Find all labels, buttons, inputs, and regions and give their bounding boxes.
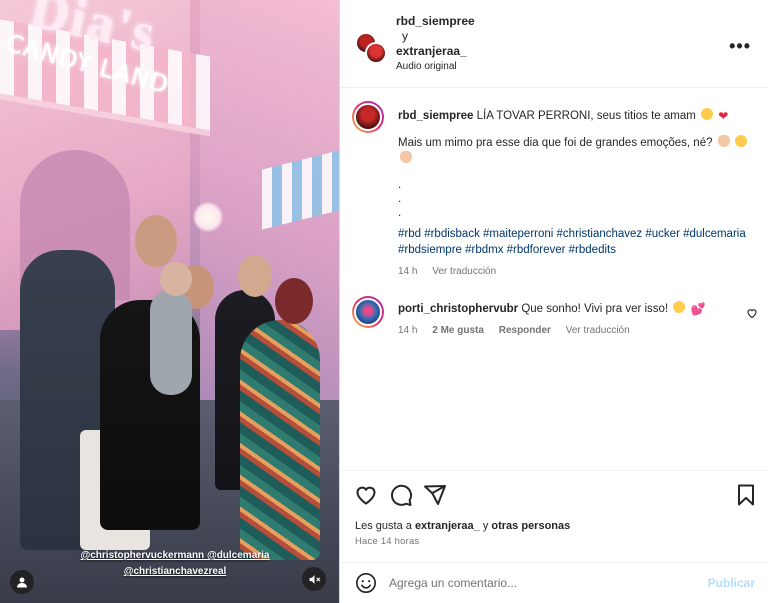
share-icon[interactable] (423, 483, 447, 507)
mention-tags-line1[interactable]: @christophervuckermann @dulcemaria (60, 550, 290, 561)
hand-emoji-icon (717, 135, 730, 147)
comment-like-heart-icon[interactable] (746, 307, 758, 319)
more-options-button[interactable]: ••• (729, 36, 751, 57)
post-actions: Les gusta a extranjeraa_ y otras persona… (340, 470, 768, 570)
mute-button[interactable] (302, 567, 326, 591)
collab-connector: y (402, 29, 408, 43)
comment-input[interactable] (389, 572, 689, 594)
pleading-face-emoji-icon (673, 301, 686, 313)
likes-user[interactable]: extranjeraa_ (415, 520, 480, 532)
wall-lamp (193, 202, 223, 232)
likes-summary[interactable]: Les gusta a extranjeraa_ y otras persona… (355, 520, 570, 532)
likes-others[interactable]: otras personas (491, 520, 570, 532)
heart-icon[interactable] (354, 483, 378, 507)
baby (150, 290, 192, 395)
caption-dot: . (398, 207, 402, 219)
header-text: rbd_siempree y extranjeraa_ Audio origin… (396, 14, 475, 74)
caption-username[interactable]: rbd_siempree (398, 110, 473, 122)
hand-emoji-icon-2 (400, 151, 412, 163)
comment-reply-button[interactable]: Responder (499, 325, 551, 336)
more-horizontal-icon: ••• (729, 36, 751, 56)
comment-composer: Publicar (340, 562, 768, 603)
caption-avatar[interactable] (352, 101, 384, 133)
collab-avatars[interactable] (355, 32, 387, 64)
caption-translate-link[interactable]: Ver traducción (432, 266, 496, 277)
speaker-muted-icon (309, 574, 320, 584)
comment-time[interactable]: 14 h (398, 325, 417, 336)
person-right-head (238, 255, 272, 297)
two-hearts-emoji-icon: 💕 (690, 302, 706, 316)
post-header: rbd_siempree y extranjeraa_ Audio origin… (340, 0, 768, 88)
caption-body: rbd_siempree LÍA TOVAR PERRONI, seus tit… (398, 108, 748, 280)
red-heart-emoji-icon: ❤ (718, 109, 729, 123)
publish-button[interactable]: Publicar (708, 576, 755, 590)
mention-tags-line2[interactable]: @christianchavezreal (60, 566, 290, 577)
comment-avatar[interactable] (352, 296, 384, 328)
post-timestamp[interactable]: Hace 14 horas (355, 536, 419, 547)
tagged-users-button[interactable] (10, 570, 34, 594)
caption-line2: Mais um mimo pra esse dia que foi de gra… (398, 137, 713, 149)
person-far-right-dress (240, 320, 320, 560)
user-icon (17, 577, 27, 588)
author-username[interactable]: rbd_siempree (396, 14, 475, 29)
comment-text: Que sonho! Vivi pra ver isso! (521, 303, 669, 315)
comment-body: porti_christophervubr Que sonho! Vivi pr… (398, 301, 748, 339)
post-media[interactable]: Dia's CANDY LAND @christophervuckermann … (0, 0, 339, 603)
post-sidebar: rbd_siempree y extranjeraa_ Audio origin… (339, 0, 768, 603)
caption-hashtags[interactable]: #rbd #rbdisback #maiteperroni #christian… (398, 226, 748, 258)
pleading-face-emoji-icon (734, 135, 747, 147)
heart-eyes-emoji-icon (701, 108, 714, 120)
likes-prefix: Les gusta a (355, 520, 412, 532)
caption-dot: . (398, 179, 402, 191)
comment-translate-link[interactable]: Ver traducción (566, 325, 630, 336)
person-far-right-head (275, 278, 313, 324)
likes-connector: y (482, 520, 489, 532)
comment-likes[interactable]: 2 Me gusta (432, 325, 484, 336)
caption-time[interactable]: 14 h (398, 266, 417, 277)
bookmark-icon[interactable] (734, 483, 758, 507)
emoji-icon[interactable] (355, 572, 377, 594)
caption-dot: . (398, 193, 402, 205)
comment-username[interactable]: porti_christophervubr (398, 303, 518, 315)
audio-label[interactable]: Audio original (396, 59, 475, 74)
baby-head (160, 262, 192, 296)
comment-meta: 14 h 2 Me gusta Responder Ver traducción (398, 323, 748, 339)
person-left-head (135, 215, 177, 267)
avatar-collaborator[interactable] (365, 42, 387, 64)
caption-line1: LÍA TOVAR PERRONI, seus titios te amam (476, 110, 696, 122)
comment-icon[interactable] (389, 483, 413, 507)
caption-meta: 14 h Ver traducción (398, 264, 748, 280)
collaborator-username[interactable]: extranjeraa_ (396, 44, 475, 59)
